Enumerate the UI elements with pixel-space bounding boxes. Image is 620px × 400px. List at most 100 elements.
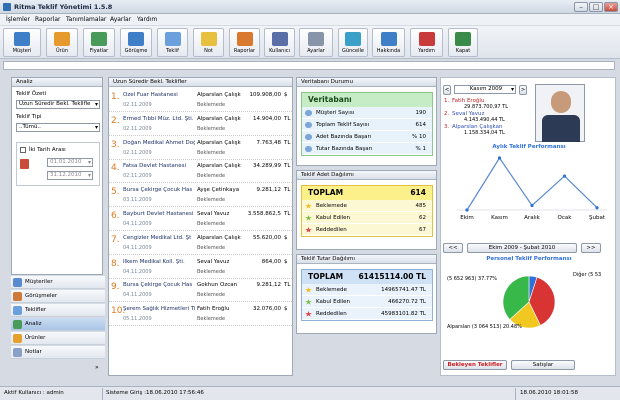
row-currency: TL [284,115,291,122]
row-number: 6. [111,211,120,221]
range-select[interactable]: Ekim 2009 - Şubat 2010 [467,243,577,253]
amount-row: Reddedilen 45983101.82 TL [302,308,432,320]
menu-islemler[interactable]: İşlemler [6,16,30,23]
db-row-value: 614 [415,122,427,128]
summary-select[interactable]: Uzun Süredir Bekl. Teklifle [16,100,100,109]
menu-bar: İşlemler Raporlar Tanımlamalar Ayarlar Y… [0,14,620,25]
table-row[interactable]: 10. Şerem Sağlık Hizmetleri Ti 05.11.2009 F… [109,303,292,327]
table-row[interactable]: 7. Cengizler Medikal Ltd. Şt 04.11.2009 Alp… [109,232,292,255]
row-user: Alparslan Çalışk [197,92,241,98]
toolbar-button-1[interactable]: Ürün [46,28,78,57]
month-prev-button[interactable]: < [443,85,451,95]
db-row-label: Toplam Teklif Sayısı [316,122,370,128]
analysis-panel: Analiz Teklif Özeti Uzun Süredir Bekl. T… [11,77,103,275]
toolbar-button-7[interactable]: Kullanıcı [264,28,295,57]
count-total-label: TOPLAM [308,188,344,197]
toolbar-button-label: Teklif [166,48,179,54]
table-row[interactable]: 9. Bursa Çekirge Çocuk Has 04.11.2009 Gokhu… [109,279,292,303]
minimize-button[interactable]: – [574,2,588,12]
row-customer: Bursa Çekirge Çocuk Has [123,187,193,194]
slice-label: (5 652 963) 37.77% [447,276,497,282]
maximize-button[interactable]: □ [589,2,603,12]
count-row: Kabul Edilen 62 [302,212,432,224]
row-currency: $ [284,306,288,313]
nav-analiz[interactable]: Analiz [11,318,105,331]
toolbar-button-0[interactable]: Müşteri [3,28,41,57]
close-button[interactable]: × [604,2,618,12]
month-next-button[interactable]: > [519,85,527,95]
row-user: Seval Yavuz [197,211,230,217]
row-customer: Ermed Tıbbi Müz. Ltd. Şti. [123,115,194,122]
toolbar-button-label: Görüşme [124,48,148,54]
menu-ayarlar[interactable]: Ayarlar [110,16,131,23]
sales-button[interactable]: Satışlar [511,360,575,370]
toolbar-button-label: Not [204,48,213,54]
nav-teklifler[interactable]: Teklifler [11,304,105,317]
row-date: 03.11.2009 [123,197,152,204]
nav-expand-icon[interactable]: » [95,364,99,371]
date-range-checkbox[interactable] [20,147,26,153]
toolbar-button-label: Fiyatlar [89,48,109,54]
nav-panel: Müşteriler Görüşmeler Teklifler Analiz Ü… [11,276,105,376]
menu-raporlar[interactable]: Raporlar [35,16,60,23]
toolbar-button-6[interactable]: Raporlar [229,28,260,57]
range-next-button[interactable]: >> [581,243,601,253]
table-row[interactable]: 8. İlkem Medikal Koll. Şti. 04.11.2009 Seva… [109,256,292,279]
user-icon [271,32,288,46]
offers-icon [13,306,22,315]
toolbar-button-10[interactable]: Hakkında [372,28,405,57]
menu-yardim[interactable]: Yardım [137,16,157,23]
toolbar-button-label: Kapat [455,48,471,54]
count-total: TOPLAM 614 [302,186,432,200]
type-select[interactable]: ..Tümü.. [16,123,100,132]
range-prev-button[interactable]: << [443,243,463,253]
db-row: Müşteri Sayısı 190 [302,107,432,119]
row-customer: Cengizler Medikal Ltd. Şt [123,234,192,241]
row-currency: $ [284,92,288,98]
row-user: Alparslan Çalışk [197,139,241,146]
row-date: 04.11.2009 [123,292,152,299]
toolbar-button-11[interactable]: Yardım [410,28,443,57]
toolbar-button-4[interactable]: Teklif [157,28,188,57]
date-to-input[interactable]: 31.12.2010 [47,171,93,180]
row-amount: 55.620,00 [253,234,281,241]
menu-tanimlamalar[interactable]: Tanımlamalar [66,16,106,23]
month-select[interactable]: Kasım 2009 [454,85,516,94]
waiting-offers-button[interactable]: Bekleyen Teklifler [443,360,507,370]
type-label: Teklif Tipi [16,114,42,120]
toolbar-button-8[interactable]: Ayarlar [299,28,333,57]
toolbar-button-label: Ürün [55,48,69,54]
db-status-panel: Veritabanı Durumu Veritabanı Müşteri Say… [296,77,437,166]
row-user: Alparslan Çalışk [197,163,241,170]
toolbar-button-2[interactable]: Fiyatlar [83,28,115,57]
date-from-input[interactable]: 01.01.2010 [47,158,93,167]
amount-total-value: 61415114.00 TL [358,272,426,281]
nav-notlar[interactable]: Notlar [11,346,105,359]
toolbar-button-3[interactable]: Görüşme [120,28,152,57]
db-row-value: % 10 [412,134,426,140]
toolbar-button-9[interactable]: Güncelle [338,28,368,57]
db-row-icon [305,134,312,140]
row-status: Beklemede [197,102,226,108]
table-row[interactable]: 5. Bursa Çekirge Çocuk Has 03.11.2009 Ayşe … [109,184,292,208]
table-row[interactable]: 1. Özel Fuar Hastanesi 02.11.2009 Alparslan… [109,89,292,112]
row-customer: Özel Fuar Hastanesi [123,92,178,98]
row-currency: TL [284,139,291,146]
nav-musteriler[interactable]: Müşteriler [11,276,105,289]
info-strip [3,61,615,70]
amount-row-value: 45983101.82 TL [381,311,426,317]
nav-gorusmeler[interactable]: Görüşmeler [11,290,105,303]
count-total-value: 614 [410,188,426,197]
status-login: Sisteme Giriş :18.06.2010 17:56:46 [106,390,204,396]
row-amount: 3.558.862,5 [247,211,281,217]
table-row[interactable]: 2. Ermed Tıbbi Müz. Ltd. Şti. 02.11.2009 Al… [109,113,292,136]
toolbar-button-12[interactable]: Kapat [448,28,478,57]
table-row[interactable]: 6. Bayburt Devlet Hastanesi 04.11.2009 Seva… [109,208,292,231]
nav-urunler[interactable]: Ürünler [11,332,105,345]
row-number: 4. [111,163,120,174]
toolbar-button-5[interactable]: Not [193,28,224,57]
ranking-amount: 1.158.334,04 TL [464,130,505,136]
table-row[interactable]: 4. Fatsa Devlet Hastanesi 02.11.2009 Alpars… [109,160,292,184]
table-row[interactable]: 3. Doğan Medikal Ahmet Doğ 02.11.2009 Alpar… [109,137,292,160]
row-date: 05.11.2009 [123,316,152,323]
